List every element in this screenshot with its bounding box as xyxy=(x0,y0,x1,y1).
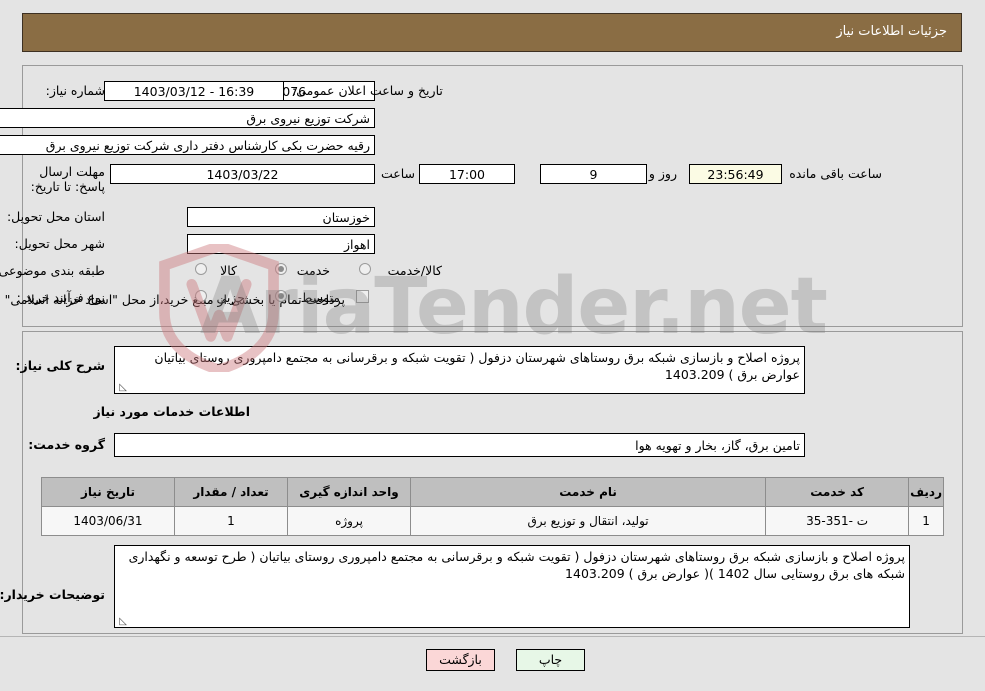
radio-category-kala[interactable] xyxy=(195,263,207,275)
services-table: ردیف کد خدمت نام خدمت واحد اندازه گیری ت… xyxy=(41,477,944,536)
city-value: اهواز xyxy=(187,234,375,254)
need-info-panel xyxy=(22,65,963,327)
footer-divider xyxy=(0,636,985,637)
creator-value: رقیه حضرت بکی کارشناس دفتر داری شرکت توز… xyxy=(0,135,375,155)
countdown-timer: 23:56:49 xyxy=(689,164,782,184)
cell-service-name: تولید، انتقال و توزیع برق xyxy=(409,506,767,536)
deadline-time-label: ساعت xyxy=(380,166,415,181)
province-value: خوزستان xyxy=(187,207,375,227)
deadline-time: 17:00 xyxy=(419,164,515,184)
service-group-value: تامین برق، گاز، بخار و تهویه هوا xyxy=(114,433,805,457)
deadline-date: 1403/03/22 xyxy=(110,164,375,184)
announce-value: 16:39 - 1403/03/12 xyxy=(104,81,284,101)
radio-category-kala-label: کالا xyxy=(220,263,237,278)
table-row: 1 ت -351-35 تولید، انتقال و توزیع برق پر… xyxy=(41,506,944,536)
page-title: جزئیات اطلاعات نیاز xyxy=(836,24,947,39)
col-service-code: کد خدمت xyxy=(765,477,910,507)
countdown-label: ساعت باقی مانده xyxy=(789,166,882,181)
radio-category-kala-khedmat[interactable] xyxy=(359,263,371,275)
buyer-notes-value: پروژه اصلاح و بازسازی شبکه برق روستاهای … xyxy=(114,545,910,628)
treasury-checkbox[interactable] xyxy=(356,290,369,303)
table-header-row: ردیف کد خدمت نام خدمت واحد اندازه گیری ت… xyxy=(41,477,944,507)
cell-radif: 1 xyxy=(908,506,944,536)
radio-category-kala-khedmat-label: کالا/خدمت xyxy=(387,263,442,278)
header-bar: جزئیات اطلاعات نیاز xyxy=(22,13,962,52)
days-label: روز و xyxy=(648,166,677,181)
col-service-name: نام خدمت xyxy=(409,477,767,507)
city-label: شهر محل تحویل: xyxy=(14,236,105,251)
buyer-notes-text: پروژه اصلاح و بازسازی شبکه برق روستاهای … xyxy=(128,549,905,581)
buyer-notes-label: توضیحات خریدار: xyxy=(0,587,105,602)
cell-need-date: 1403/06/31 xyxy=(41,506,175,536)
treasury-note: پرداخت تمام یا بخشی از مبلغ خرید،از محل … xyxy=(0,292,345,307)
col-quantity: تعداد / مقدار xyxy=(174,477,288,507)
radio-category-khedmat[interactable] xyxy=(275,263,287,275)
col-need-date: تاریخ نیاز xyxy=(41,477,175,507)
col-radif: ردیف xyxy=(908,477,944,507)
col-unit: واحد اندازه گیری xyxy=(287,477,411,507)
cell-unit: پروژه xyxy=(287,506,411,536)
buyer-org-value: شرکت توزیع نیروی برق xyxy=(0,108,375,128)
cell-quantity: 1 xyxy=(174,506,288,536)
deadline-label: مهلت ارسال پاسخ: تا تاریخ: xyxy=(30,164,105,194)
general-desc-text: پروژه اصلاح و بازسازی شبکه برق روستاهای … xyxy=(154,350,800,382)
service-group-label: گروه خدمت: xyxy=(28,437,105,452)
radio-category-khedmat-label: خدمت xyxy=(296,263,330,278)
resize-grip-icon[interactable]: ◺ xyxy=(117,383,127,393)
need-number-label: شماره نیاز: xyxy=(45,83,105,98)
resize-grip-icon-notes[interactable]: ◺ xyxy=(117,617,127,627)
page-root: AriaTender.net جزئیات اطلاعات نیاز شماره… xyxy=(0,0,985,691)
back-button[interactable]: بازگشت xyxy=(426,649,495,671)
print-button[interactable]: چاپ xyxy=(516,649,585,671)
general-desc-label: شرح کلی نیاز: xyxy=(15,358,105,373)
general-desc-value: پروژه اصلاح و بازسازی شبکه برق روستاهای … xyxy=(114,346,805,394)
days-remaining: 9 xyxy=(540,164,647,184)
radio-process-jozi[interactable] xyxy=(195,290,207,302)
services-heading: اطلاعات خدمات مورد نیاز xyxy=(93,404,251,419)
province-label: استان محل تحویل: xyxy=(6,209,105,224)
announce-label: تاریخ و ساعت اعلان عمومی: xyxy=(292,83,443,98)
category-label: طبقه بندی موضوعی: xyxy=(0,263,105,278)
cell-service-code: ت -351-35 xyxy=(765,506,910,536)
radio-process-motevaset[interactable] xyxy=(275,290,287,302)
